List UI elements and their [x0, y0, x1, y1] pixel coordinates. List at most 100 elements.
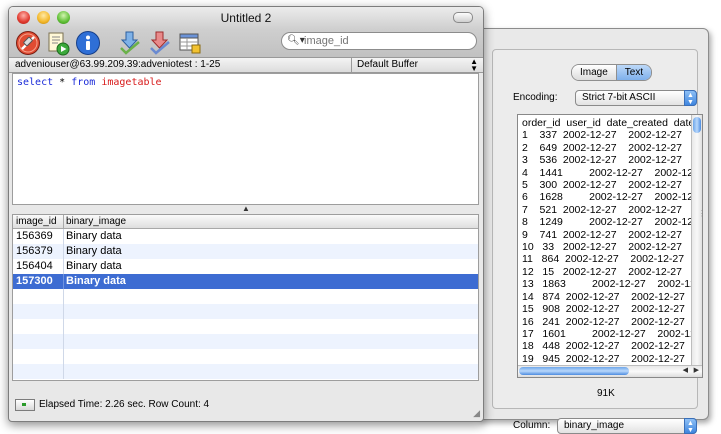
cell-binary-image: Binary data [63, 274, 126, 289]
text-line: 2 649 2002-12-27 2002-12-27 [522, 142, 703, 154]
buffer-select[interactable]: Default Buffer [357, 58, 418, 72]
text-line: order_id user_id date_created date_ [522, 117, 703, 129]
cell-binary-image: Binary data [63, 229, 122, 244]
query-window: Untitled 2 [8, 6, 484, 422]
results-table: image_id binary_image 156369Binary data1… [12, 214, 479, 381]
text-line: 15 908 2002-12-27 2002-12-27 [522, 303, 703, 315]
sql-keyword-from: from [71, 77, 95, 88]
window-title: Untitled 2 [9, 11, 483, 25]
connection-divider [351, 58, 352, 72]
text-line: 19 945 2002-12-27 2002-12-27 [522, 353, 703, 365]
cell-image-id: 156369 [13, 229, 53, 244]
import-icon[interactable] [117, 30, 143, 56]
text-line: 10 33 2002-12-27 2002-12-27 [522, 241, 703, 253]
cell-image-id: 157300 [13, 274, 53, 289]
column-divider [63, 304, 64, 319]
select-arrows-icon: ▲▼ [684, 90, 697, 106]
cell-image-id: 156404 [13, 259, 53, 274]
connection-bar: adveniouser@63.99.209.39:adveniotest : 1… [9, 57, 483, 73]
sql-star: * [59, 77, 65, 88]
text-line: 12 15 2002-12-27 2002-12-27 [522, 266, 703, 278]
data-size-label: 91K [597, 388, 615, 399]
text-line: 13 1863 2002-12-27 2002-12-2 [522, 278, 703, 290]
column-divider [63, 289, 64, 304]
export-icon[interactable] [147, 30, 173, 56]
table-row[interactable] [13, 319, 478, 334]
text-line: 4 1441 2002-12-27 2002-12-2 [522, 167, 703, 179]
encoding-value: Strict 7-bit ASCII [582, 92, 655, 103]
text-line: 1 337 2002-12-27 2002-12-27 [522, 129, 703, 141]
table-row[interactable] [13, 364, 478, 379]
info-icon[interactable] [75, 30, 101, 56]
text-line: 16 241 2002-12-27 2002-12-27 [522, 316, 703, 328]
text-line: 18 448 2002-12-27 2002-12-27 [522, 340, 703, 352]
results-header: image_id binary_image [13, 215, 478, 229]
view-mode-segmented-control: Image Text [571, 64, 652, 81]
table-row[interactable]: 156369 Binary data [13, 229, 478, 244]
drawer-panel: Image Text Encoding: Strict 7-bit ASCII … [492, 49, 698, 409]
table-row[interactable] [13, 349, 478, 364]
table-row[interactable]: 156404 Binary data [13, 259, 478, 274]
buffer-stepper-icon[interactable]: ▲▼ [470, 58, 478, 72]
tab-text[interactable]: Text [617, 65, 651, 80]
column-divider [63, 334, 64, 349]
toolbar-toggle-button[interactable] [453, 12, 473, 23]
search-field[interactable]: 🔍︎▾ [281, 32, 477, 50]
cell-image-id: 156379 [13, 244, 53, 259]
column-divider [63, 364, 64, 379]
cell-binary-image: Binary data [63, 244, 122, 259]
disconnect-icon[interactable] [15, 30, 41, 56]
run-query-icon[interactable] [45, 30, 71, 56]
table-row[interactable] [13, 304, 478, 319]
table-row[interactable]: 156379 Binary data [13, 244, 478, 259]
drawer-resize-grip-icon[interactable]: ⋮ [698, 209, 706, 218]
toolbar: 🔍︎▾ [9, 29, 483, 57]
tab-image[interactable]: Image [572, 65, 617, 80]
vertical-scroll-thumb[interactable] [693, 117, 701, 133]
cell-binary-image: Binary data [63, 259, 122, 274]
split-view-divider-icon[interactable]: ▲ [9, 205, 483, 213]
text-line: 5 300 2002-12-27 2002-12-27 [522, 179, 703, 191]
blob-viewer-drawer: Image Text Encoding: Strict 7-bit ASCII … [478, 28, 709, 420]
results-rows: 156369Binary data156379Binary data156404… [13, 229, 478, 379]
status-text: Elapsed Time: 2.26 sec. Row Count: 4 [39, 395, 209, 415]
connection-label: adveniouser@63.99.209.39:adveniotest : 1… [15, 58, 220, 72]
window-resize-grip-icon[interactable]: ◢ [473, 408, 480, 419]
search-input[interactable] [304, 34, 464, 47]
select-arrows-icon: ▲▼ [684, 418, 697, 434]
table-row[interactable]: 157300 Binary data [13, 274, 478, 289]
text-line: 9 741 2002-12-27 2002-12-27 [522, 229, 703, 241]
text-line: 8 1249 2002-12-27 2002-12-2 [522, 216, 703, 228]
table-icon[interactable] [177, 30, 203, 56]
table-row[interactable] [13, 334, 478, 349]
column-select[interactable]: binary_image ▲▼ [557, 418, 697, 434]
text-content-view[interactable]: order_id user_id date_created date_1 337… [517, 114, 703, 378]
text-line: 14 874 2002-12-27 2002-12-27 [522, 291, 703, 303]
scroll-right-arrow-icon[interactable]: ▶ [694, 366, 699, 376]
title-bar[interactable]: Untitled 2 [9, 7, 483, 29]
table-row[interactable] [13, 289, 478, 304]
text-line: 6 1628 2002-12-27 2002-12-2 [522, 191, 703, 203]
text-line: 7 521 2002-12-27 2002-12-27 [522, 204, 703, 216]
column-value: binary_image [564, 420, 624, 431]
encoding-label: Encoding: [513, 92, 557, 103]
horizontal-scroll-thumb[interactable] [519, 367, 629, 375]
scroll-left-arrow-icon[interactable]: ◀ [683, 366, 688, 376]
text-content: order_id user_id date_created date_1 337… [522, 117, 703, 378]
vertical-scrollbar[interactable] [691, 115, 702, 365]
text-line: 11 864 2002-12-27 2002-12-27 [522, 253, 703, 265]
search-icon: 🔍︎▾ [287, 33, 305, 49]
text-line: 3 536 2002-12-27 2002-12-27 [522, 154, 703, 166]
sql-table-name: imagetable [101, 77, 161, 88]
column-label: Column: [513, 420, 550, 431]
column-header-binary-image[interactable]: binary_image [63, 215, 126, 228]
encoding-select[interactable]: Strict 7-bit ASCII ▲▼ [575, 90, 697, 106]
connection-status-indicator [15, 399, 35, 411]
column-divider [63, 349, 64, 364]
status-bar: Elapsed Time: 2.26 sec. Row Count: 4 [9, 395, 483, 415]
horizontal-scrollbar[interactable]: ◀ ▶ [518, 365, 702, 377]
sql-keyword-select: select [17, 77, 53, 88]
sql-editor[interactable]: select * from imagetable [12, 73, 479, 205]
column-divider [63, 319, 64, 334]
column-header-image-id[interactable]: image_id [13, 215, 64, 228]
